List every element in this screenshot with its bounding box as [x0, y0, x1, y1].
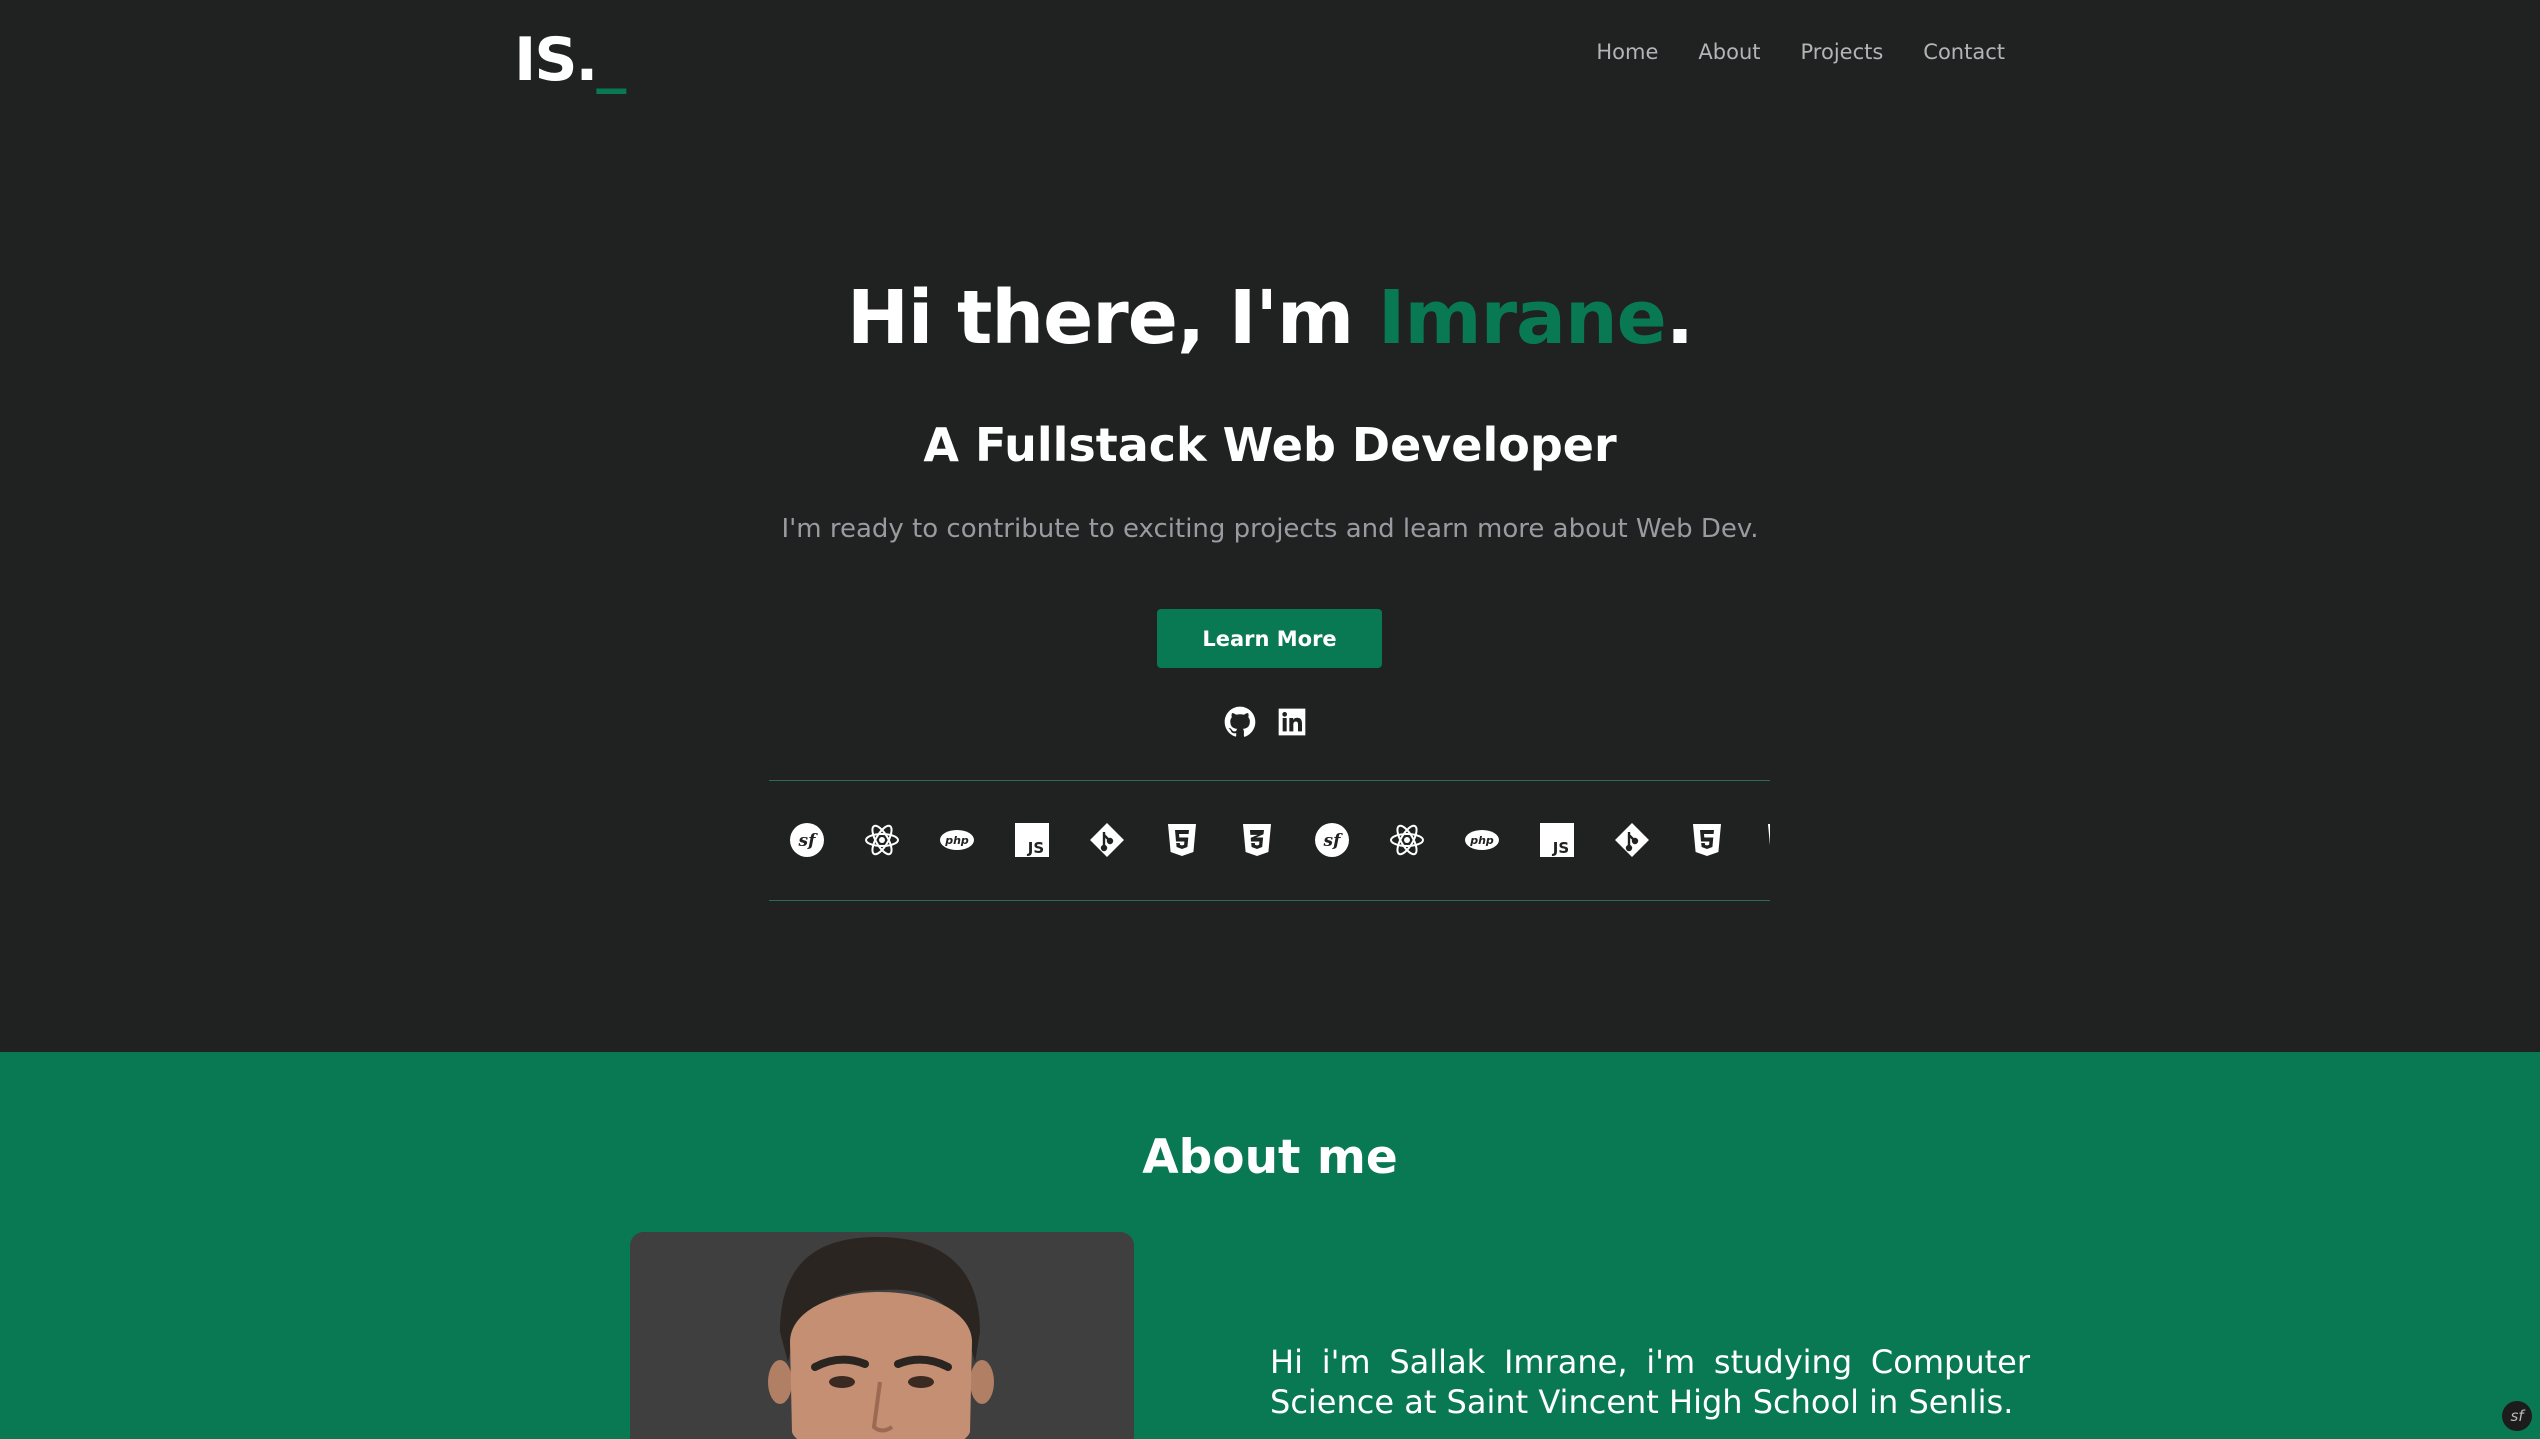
about-section: About me Hi i'm Sallak Imrane, i'm study… — [0, 1052, 2540, 1439]
hero-name: Imrane — [1377, 275, 1667, 361]
css3-icon — [1239, 819, 1275, 861]
about-text: Hi i'm Sallak Imrane, i'm studying Compu… — [1270, 1343, 2030, 1421]
symfony-icon: sf — [1314, 819, 1350, 861]
navbar: IS._ Home About Projects Contact — [0, 0, 2540, 118]
html5-icon — [1689, 819, 1725, 861]
tech-icon-row: sf php JS sf php JS — [789, 819, 1770, 861]
hero-title: Hi there, I'm Imrane. — [0, 275, 2540, 361]
svg-text:php: php — [1469, 834, 1494, 847]
javascript-icon: JS — [1539, 819, 1575, 861]
hero-subtitle: A Fullstack Web Developer — [923, 418, 1617, 472]
javascript-icon: JS — [1014, 819, 1050, 861]
site-logo[interactable]: IS._ — [514, 22, 626, 98]
nav-link-contact[interactable]: Contact — [1923, 40, 2005, 64]
nav-link-projects[interactable]: Projects — [1801, 40, 1884, 64]
react-icon — [1389, 819, 1425, 861]
svg-text:JS: JS — [1552, 839, 1569, 857]
portrait-image — [630, 1232, 1134, 1439]
logo-text: IS. — [514, 25, 598, 95]
logo-cursor: _ — [596, 25, 626, 95]
nav-link-home[interactable]: Home — [1596, 40, 1658, 64]
svg-text:php: php — [944, 834, 969, 847]
nav-links: Home About Projects Contact — [1596, 40, 2005, 64]
react-icon — [864, 819, 900, 861]
symfony-icon: sf — [789, 819, 825, 861]
git-icon — [1089, 819, 1125, 861]
nav-link-about[interactable]: About — [1698, 40, 1760, 64]
svg-text:JS: JS — [1027, 839, 1044, 857]
hero-tagline: I'm ready to contribute to exciting proj… — [781, 514, 1759, 544]
hero-greeting: Hi there, I'm — [847, 275, 1378, 361]
learn-more-button[interactable]: Learn More — [1157, 609, 1382, 668]
github-icon[interactable] — [1224, 706, 1256, 738]
hero-period: . — [1665, 275, 1694, 361]
php-icon: php — [939, 819, 975, 861]
svg-text:sf: sf — [798, 831, 819, 851]
social-links — [1224, 706, 1308, 738]
tech-stack-strip: sf php JS sf php JS — [769, 780, 1770, 901]
profile-photo — [630, 1232, 1134, 1439]
html5-icon — [1164, 819, 1200, 861]
about-title: About me — [1142, 1130, 1398, 1185]
git-icon — [1614, 819, 1650, 861]
css3-icon — [1764, 819, 1770, 861]
svg-text:sf: sf — [1323, 831, 1344, 851]
linkedin-icon[interactable] — [1276, 706, 1308, 738]
symfony-debug-icon[interactable]: sf — [2502, 1401, 2532, 1431]
php-icon: php — [1464, 819, 1500, 861]
